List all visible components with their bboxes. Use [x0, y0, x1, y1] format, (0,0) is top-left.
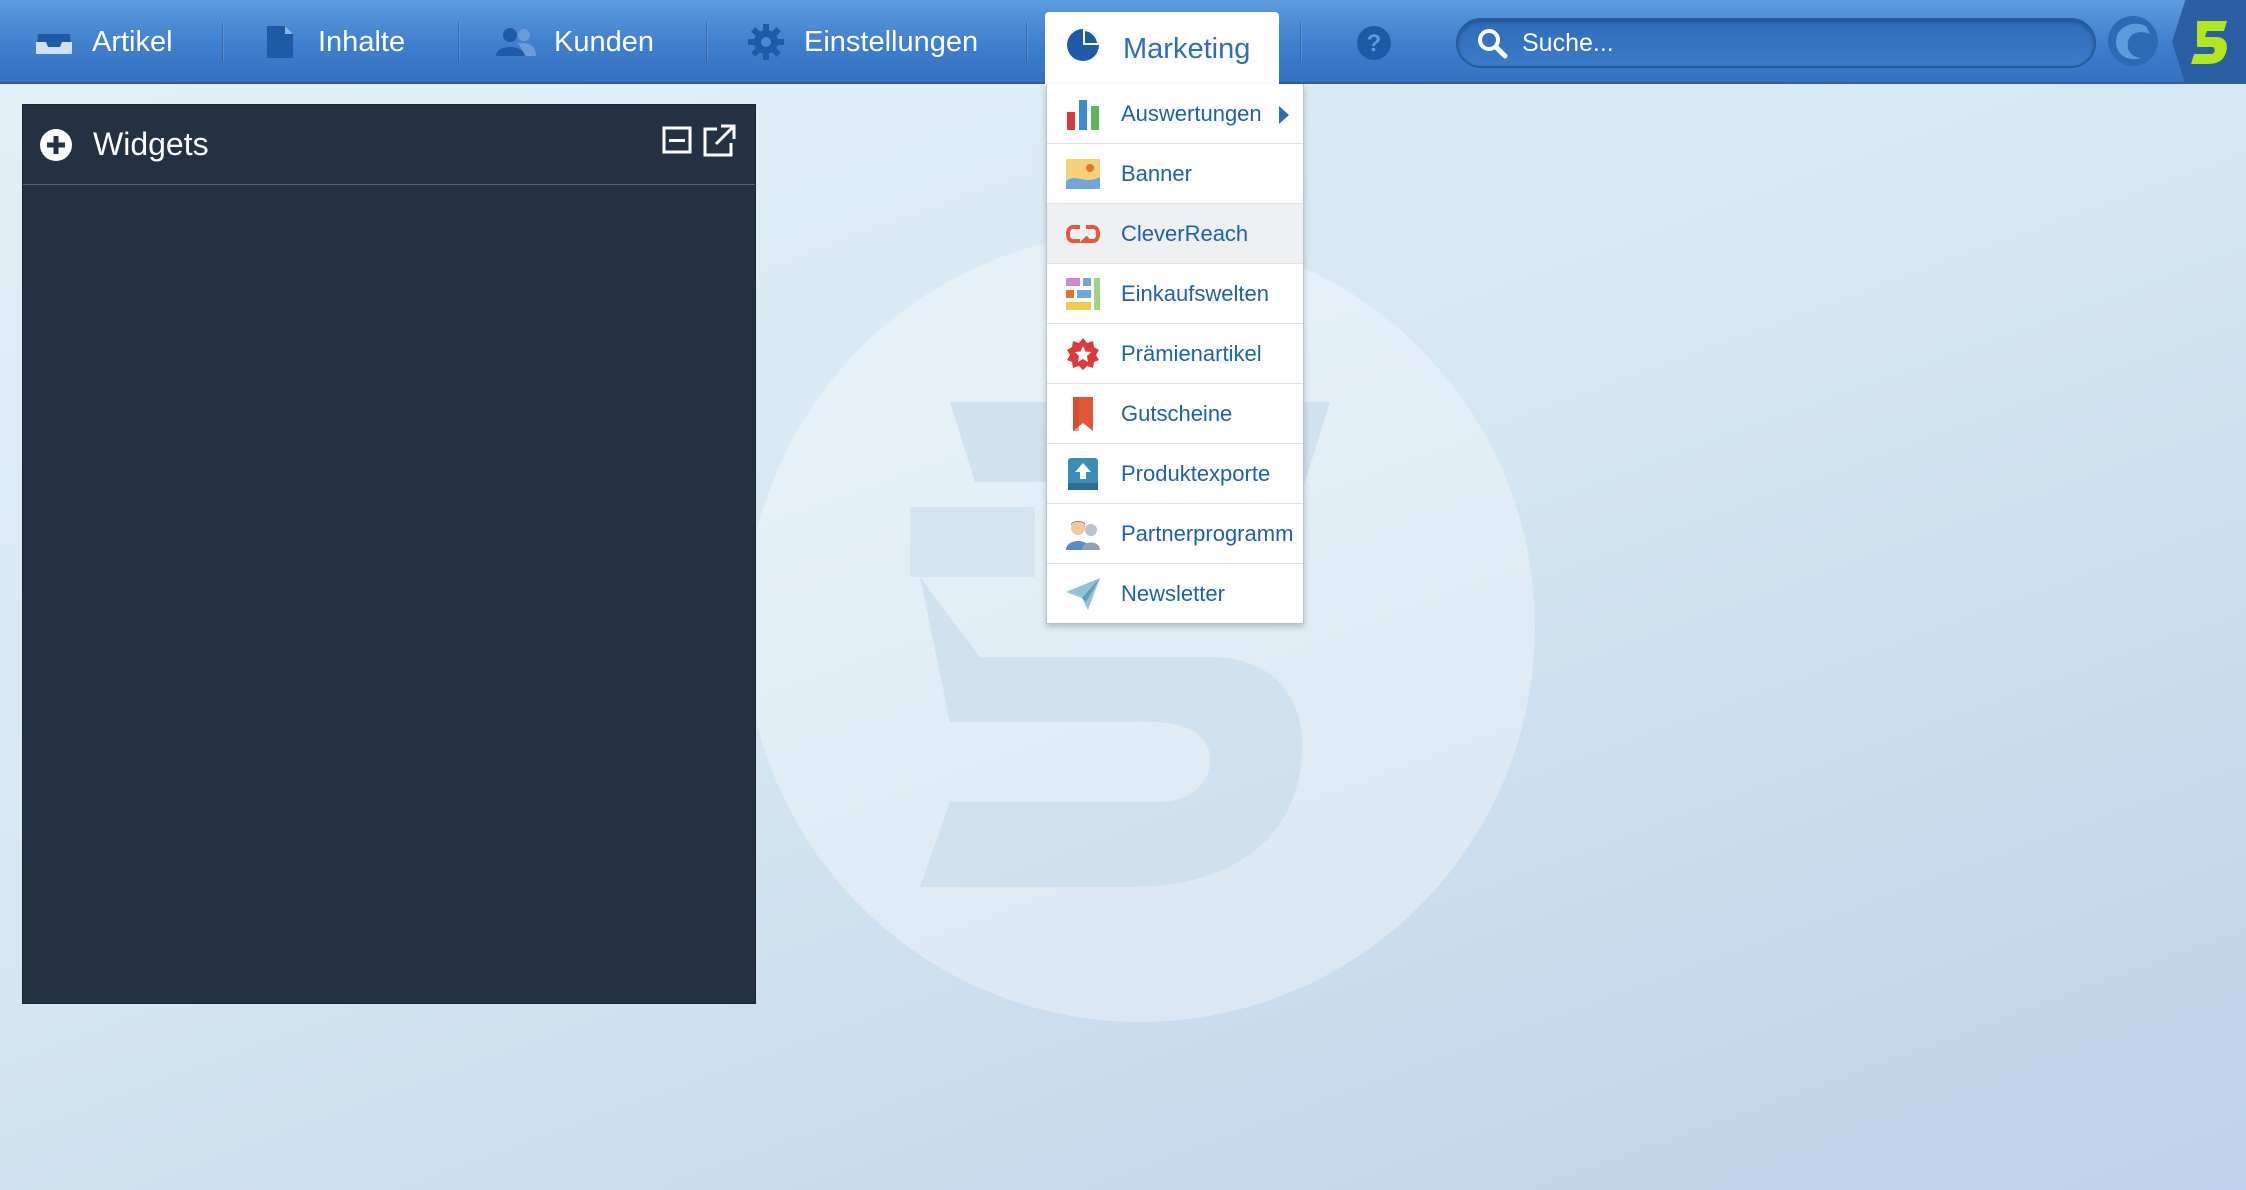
menu-item-banner[interactable]: Banner [1047, 144, 1303, 204]
widgets-title: Widgets [93, 126, 209, 162]
menu-item-gutscheine[interactable]: Gutscheine [1047, 384, 1303, 444]
image-icon [1065, 156, 1101, 192]
minimize-icon[interactable] [661, 123, 693, 155]
menu-item-label: Gutscheine [1121, 400, 1233, 426]
svg-text:?: ? [1367, 30, 1382, 57]
inbox-icon [34, 22, 74, 62]
menu-item-einkaufswelten[interactable]: Einkaufswelten [1047, 264, 1303, 324]
menu-item-newsletter[interactable]: Newsletter [1047, 564, 1303, 624]
nav-separator [222, 22, 224, 62]
nav-item-marketing[interactable]: Marketing [1045, 12, 1279, 86]
nav-item-einstellungen[interactable]: Einstellungen [746, 12, 978, 72]
question-icon: ? [1357, 26, 1391, 60]
search-box [1456, 18, 2096, 68]
shopware-5-logo[interactable] [2172, 0, 2246, 84]
menu-item-label: Einkaufswelten [1121, 280, 1269, 306]
menu-item-label: Auswertungen [1121, 100, 1262, 126]
menu-item-auswertungen[interactable]: Auswertungen [1047, 84, 1303, 144]
cleverreach-icon [1065, 216, 1101, 252]
nav-item-kunden[interactable]: Kunden [496, 12, 654, 72]
nav-item-label: Einstellungen [804, 25, 979, 58]
nav-item-label: Marketing [1123, 32, 1251, 65]
menu-item-label: Prämienartikel [1121, 340, 1262, 366]
nav-separator [1300, 22, 1302, 62]
nav-item-label: Artikel [92, 25, 173, 58]
nav-separator [1026, 22, 1028, 62]
bookmark-icon [1065, 396, 1101, 432]
menu-item-produktexporte[interactable]: Produktexporte [1047, 444, 1303, 504]
layout-grid-icon [1065, 276, 1101, 312]
partner-icon [1065, 516, 1101, 552]
top-navigation-bar: Artikel Inhalte Kunden Einstellungen Mar… [0, 0, 2246, 86]
menu-item-partnerprogramm[interactable]: Partnerprogramm [1047, 504, 1303, 564]
menu-item-label: Newsletter [1121, 581, 1225, 606]
widgets-panel-actions [661, 123, 737, 159]
document-icon [260, 22, 300, 62]
marketing-dropdown-menu: Auswertungen Banner CleverReach Einkaufs… [1046, 84, 1304, 624]
nav-item-label: Kunden [554, 25, 654, 58]
search-icon [1478, 29, 1508, 59]
nav-item-inhalte[interactable]: Inhalte [260, 12, 405, 72]
help-button[interactable]: ? [1355, 24, 1393, 62]
paper-plane-icon [1065, 576, 1101, 612]
nav-item-label: Inhalte [318, 25, 406, 58]
menu-item-cleverreach[interactable]: CleverReach [1047, 204, 1303, 264]
plus-circle-icon[interactable] [39, 128, 73, 162]
widgets-panel-header: Widgets [23, 105, 755, 185]
external-link-icon[interactable] [701, 123, 737, 159]
widgets-panel: Widgets [22, 104, 756, 1004]
menu-item-label: Produktexporte [1121, 460, 1271, 486]
search-input[interactable] [1522, 28, 2082, 58]
menu-item-label: Partnerprogramm [1121, 520, 1294, 546]
upload-icon [1065, 456, 1101, 492]
nav-separator [458, 22, 460, 62]
submenu-arrow-icon [1279, 106, 1289, 124]
bar-chart-icon [1065, 96, 1101, 132]
nav-item-artikel[interactable]: Artikel [34, 12, 173, 72]
menu-item-praemienartikel[interactable]: Prämienartikel [1047, 324, 1303, 384]
nav-separator [706, 22, 708, 62]
gear-icon [746, 22, 786, 62]
shopware-logo[interactable] [2106, 14, 2160, 68]
award-badge-icon [1065, 336, 1101, 372]
menu-item-label: Banner [1121, 160, 1192, 186]
users-icon [496, 22, 536, 62]
pie-chart-icon [1065, 27, 1101, 71]
menu-item-label: CleverReach [1121, 220, 1249, 246]
